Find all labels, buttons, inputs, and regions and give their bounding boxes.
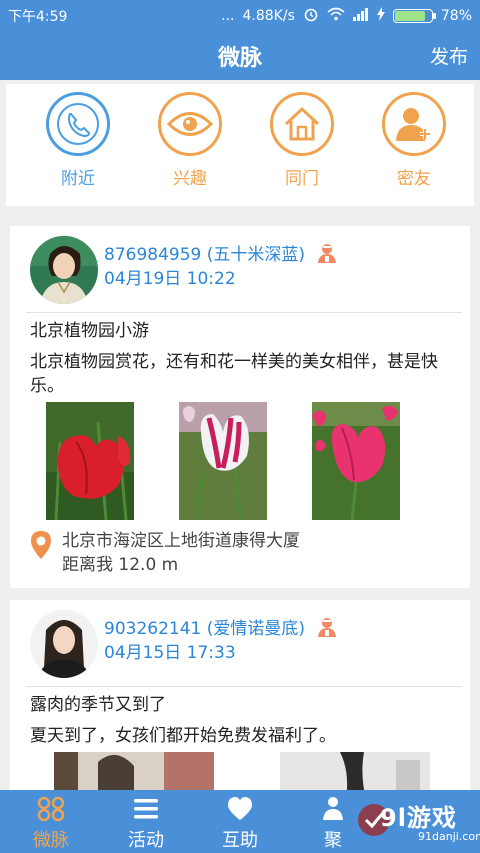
wifi-icon [327,7,345,25]
category-label: 附近 [61,169,95,189]
tab-label: 互助 [222,830,258,851]
post-title: 北京植物园小游 [30,321,149,341]
divider [26,686,462,687]
post-photo[interactable] [179,402,267,520]
battery-fill [394,11,425,21]
post-username[interactable]: 876984959 (五十米深蓝) [104,240,305,265]
battery-icon [392,9,436,23]
signal-icon [352,7,369,25]
user-badge-icon [316,242,338,264]
nav-bar: 微脉 发布 [0,28,480,80]
house-icon [270,92,334,156]
post-datetime: 04月15日 17:33 [104,643,236,663]
post-datetime: 04月19日 10:22 [104,269,236,289]
category-label: 兴趣 [173,169,207,189]
eye-icon [158,92,222,156]
category-alumni[interactable]: 同门 [262,92,342,189]
phone-icon [46,92,110,156]
post-body: 夏天到了，女孩们都开始免费发福利了。 [30,726,336,746]
status-right: ... 4.88K/s 78% [221,6,472,26]
charging-icon [376,7,385,25]
add-friend-icon [382,92,446,156]
post-location[interactable]: 北京市海淀区上地街道康得大厦 [62,526,300,551]
category-panel: 附近 兴趣 同门 密友 [6,84,474,206]
post-photo[interactable] [312,402,400,520]
heart-icon [226,796,254,822]
avatar[interactable] [30,236,98,304]
category-interest[interactable]: 兴趣 [150,92,230,189]
location-pin-icon [30,530,52,560]
category-close-friends[interactable]: 密友 [374,92,454,189]
post-body: 北京植物园赏花，还有和花一样美的美女相伴，甚是快乐。 [30,352,438,396]
category-nearby[interactable]: 附近 [38,92,118,189]
post-title: 露肉的季节又到了 [30,695,166,715]
post-username[interactable]: 903262141 (爱情诺曼底) [104,614,305,639]
post-distance: 距离我 12.0 m [62,555,179,575]
watermark-text: 9l游戏 [380,804,457,832]
network-speed: 4.88K/s [242,8,295,24]
status-dots: ... [221,8,235,24]
status-time: 下午4:59 [8,9,68,25]
watermark-url: 91danji.com [418,830,480,843]
list-icon [132,796,160,822]
divider [26,312,462,313]
weimai-icon [37,796,65,822]
post-card[interactable]: 876984959 (五十米深蓝) 04月19日 10:22 北京植物园小游 北… [10,226,470,588]
battery-percent: 78% [440,8,472,24]
post-card[interactable]: 903262141 (爱情诺曼底) 04月15日 17:33 露肉的季节又到了 … [10,600,470,800]
tab-label: 微脉 [33,830,69,851]
tab-label: 活动 [128,830,164,851]
tab-mutual-help[interactable]: 互助 [192,790,288,853]
publish-button[interactable]: 发布 [430,42,468,69]
category-label: 密友 [397,169,431,189]
page-title: 微脉 [217,46,262,71]
post-photo[interactable] [46,402,134,520]
tab-activity[interactable]: 活动 [98,790,194,853]
tab-weimai[interactable]: 微脉 [3,790,99,853]
category-label: 同门 [285,169,319,189]
avatar[interactable] [30,610,98,678]
user-badge-icon [316,616,338,638]
watermark: 9l游戏 91danji.com [340,790,480,853]
alarm-icon [303,6,319,26]
status-bar: 下午4:59 ... 4.88K/s 78% [0,0,480,28]
